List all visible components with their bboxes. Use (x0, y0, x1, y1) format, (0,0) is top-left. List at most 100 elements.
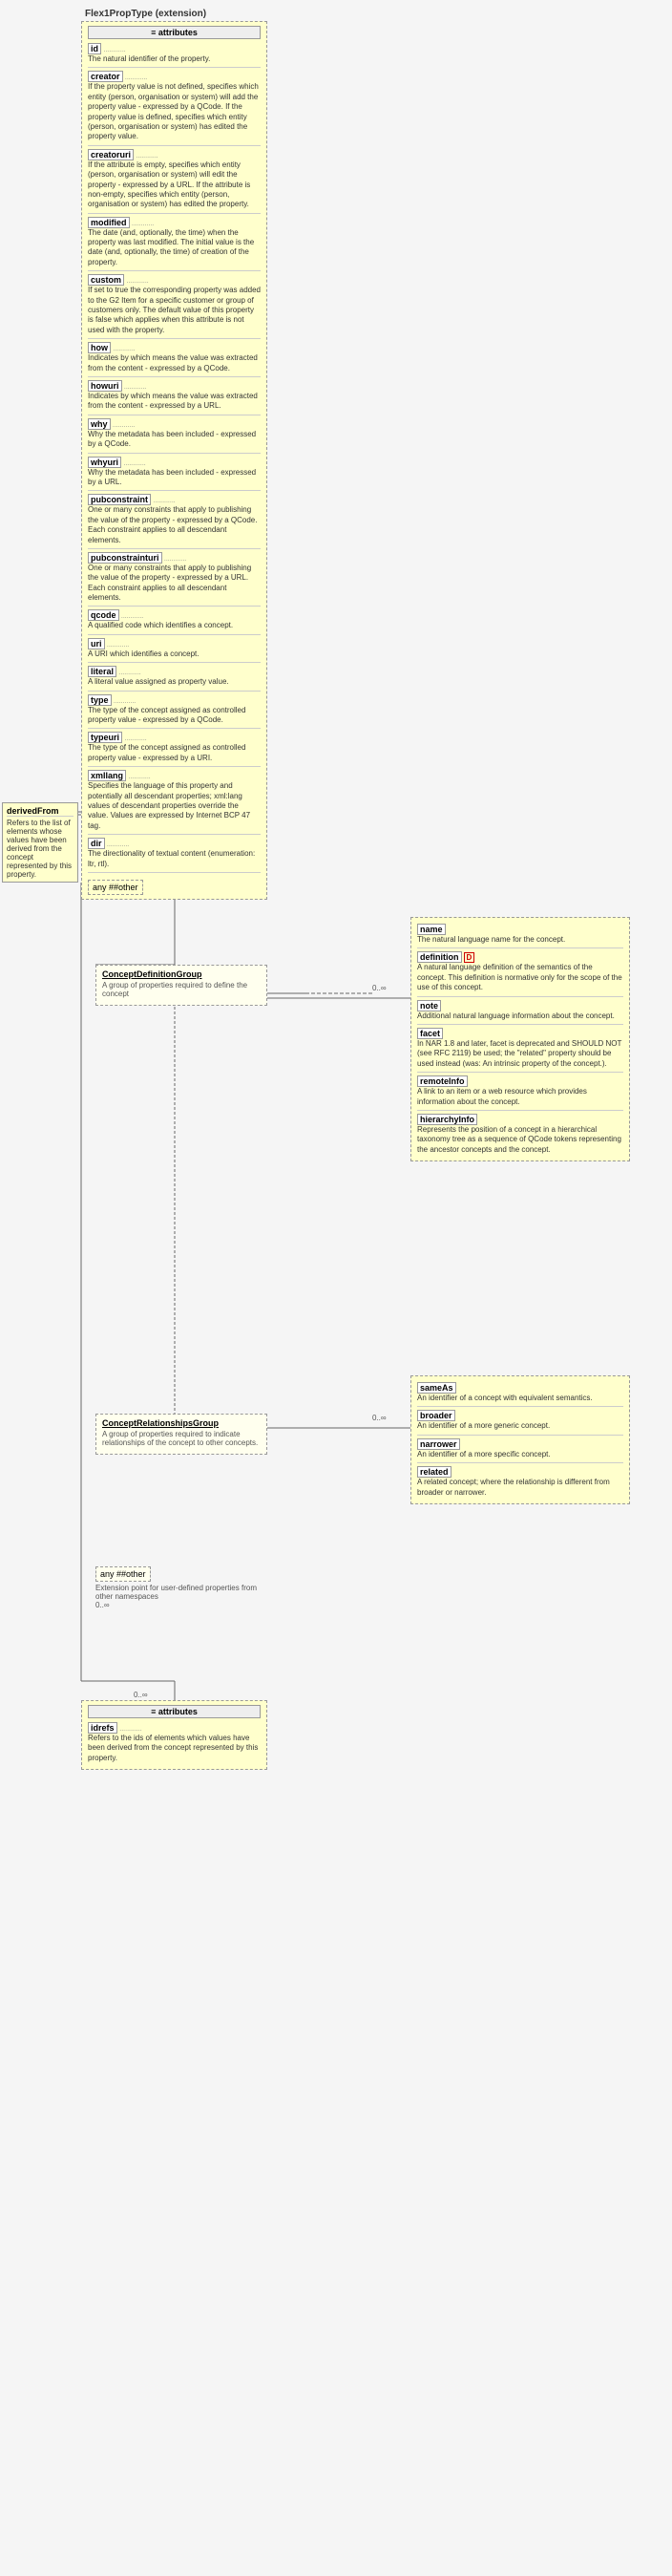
attr-creatoruri-dots: ............ (136, 153, 158, 160)
concept-rel-multi-label: 0..∞ (372, 1414, 387, 1422)
prop-related-label: related (417, 1466, 452, 1478)
prop-sameas-desc: An identifier of a concept with equivale… (417, 1394, 623, 1403)
prop-narrower: narrower An identifier of a more specifi… (417, 1438, 623, 1459)
attr-qcode-desc: A qualified code which identifies a conc… (88, 621, 261, 630)
attr-creatoruri-name: creatoruri (88, 149, 134, 160)
definition-icon: D (464, 952, 475, 963)
title-text: Flex1PropType (extension) (85, 9, 206, 19)
prop-hierarchyinfo-label: hierarchyInfo (417, 1114, 477, 1125)
attr-id-name: id (88, 43, 101, 54)
attr-how: how ............ Indicates by which mean… (88, 342, 261, 373)
attr-uri-desc: A URI which identifies a concept. (88, 649, 261, 659)
attr-dir-dots: ............ (107, 841, 129, 848)
attr-creatoruri: creatoruri ............ If the attribute… (88, 149, 261, 210)
attr-why: why ............ Why the metadata has be… (88, 418, 261, 450)
attr-how-dots: ............ (113, 346, 135, 352)
concept-def-props: name The natural language name for the c… (410, 917, 630, 1161)
concept-rel-multi-text: 0..∞ (372, 1414, 387, 1422)
attributes-header: ≡ attributes (88, 26, 261, 39)
attr-creator-name: creator (88, 71, 123, 82)
prop-facet-desc: In NAR 1.8 and later, facet is deprecate… (417, 1039, 623, 1069)
attr-custom: custom ............ If set to true the c… (88, 274, 261, 335)
attr-qcode-dots: ............ (121, 613, 143, 620)
attr-modified: modified ............ The date (and, opt… (88, 217, 261, 268)
attr-type-dots: ............ (114, 698, 136, 705)
bottom-attr-title: attributes (158, 1707, 198, 1716)
prop-idrefs-label: idrefs (88, 1722, 117, 1734)
prop-definition-desc: A natural language definition of the sem… (417, 963, 623, 992)
attr-xmllang-dots: ............ (128, 774, 150, 780)
derived-from-box: derivedFrom Refers to the list of elemen… (2, 802, 78, 883)
concept-rel-any-other-box: any ##other (95, 1566, 151, 1582)
any-other-text: any ##other (93, 883, 138, 892)
attr-typeuri-name: typeuri (88, 732, 122, 743)
attr-literal-desc: A literal value assigned as property val… (88, 677, 261, 687)
attr-whyuri-desc: Why the metadata has been included - exp… (88, 468, 261, 488)
prop-remoteinfo: remoteInfo A link to an item or a web re… (417, 1075, 623, 1107)
prop-hierarchyinfo-desc: Represents the position of a concept in … (417, 1125, 623, 1155)
concept-rel-subtitle: A group of properties required to indica… (102, 1430, 261, 1447)
concept-def-multi-label: 0..∞ (372, 984, 387, 992)
concept-definition-group-box: ConceptDefinitionGroup A group of proper… (95, 965, 267, 1006)
bottom-attr-icon: ≡ (151, 1707, 156, 1716)
prop-narrower-desc: An identifier of a more specific concept… (417, 1450, 623, 1459)
attr-dir-desc: The directionality of textual content (e… (88, 849, 261, 869)
prop-related-desc: A related concept; where the relationshi… (417, 1478, 623, 1498)
bottom-multi-label: 0..∞ (134, 1691, 148, 1699)
attr-literal: literal ............ A literal value ass… (88, 666, 261, 687)
attr-pubconstrainturi-name: pubconstrainturi (88, 552, 162, 564)
concept-rel-any-other-text: any ##other (100, 1569, 146, 1579)
attr-typeuri-dots: ............ (124, 735, 146, 742)
page-title: Flex1PropType (extension) (81, 8, 210, 20)
attr-creator-desc: If the property value is not defined, sp… (88, 82, 261, 141)
attr-id: id ............ The natural identifier o… (88, 43, 261, 64)
attr-pubconstraint-dots: ............ (153, 498, 175, 504)
prop-broader-desc: An identifier of a more generic concept. (417, 1421, 623, 1431)
concept-def-multi-text: 0..∞ (372, 984, 387, 992)
attr-type-desc: The type of the concept assigned as cont… (88, 706, 261, 726)
any-other-label: any ##other (88, 880, 143, 895)
prop-definition: definition D A natural language definiti… (417, 951, 623, 992)
concept-rel-any-other: any ##other Extension point for user-def… (95, 1566, 267, 1609)
derived-from-inner: derivedFrom Refers to the list of elemen… (2, 802, 78, 883)
bottom-multi-text: 0..∞ (134, 1691, 148, 1699)
attr-typeuri: typeuri ............ The type of the con… (88, 732, 261, 763)
attr-xmllang-name: xmllang (88, 770, 126, 781)
prop-related: related A related concept; where the rel… (417, 1466, 623, 1498)
attr-pubconstrainturi-dots: ............ (164, 556, 186, 563)
main-uml-box: ≡ attributes id ............ The natural… (81, 21, 267, 900)
attr-literal-dots: ............ (118, 670, 140, 676)
attr-uri: uri ............ A URI which identifies … (88, 638, 261, 659)
attr-why-desc: Why the metadata has been included - exp… (88, 430, 261, 450)
attr-why-dots: ............ (113, 422, 135, 429)
attr-modified-dots: ............ (132, 221, 154, 227)
attr-pubconstraint-name: pubconstraint (88, 494, 151, 505)
attr-how-name: how (88, 342, 111, 353)
attr-qcode-name: qcode (88, 609, 119, 621)
attr-creatoruri-desc: If the attribute is empty, specifies whi… (88, 160, 261, 210)
idrefs-dots: ............ (119, 1726, 141, 1733)
attr-howuri-name: howuri (88, 380, 122, 392)
attr-type-name: type (88, 694, 112, 706)
derived-from-title: derivedFrom (7, 806, 74, 817)
prop-broader: broader An identifier of a more generic … (417, 1410, 623, 1431)
prop-note: note Additional natural language informa… (417, 1000, 623, 1021)
attr-why-name: why (88, 418, 111, 430)
attr-modified-name: modified (88, 217, 130, 228)
prop-idrefs: idrefs ............ Refers to the ids of… (88, 1722, 261, 1763)
attr-uri-name: uri (88, 638, 105, 649)
attr-id-desc: The natural identifier of the property. (88, 54, 261, 64)
attr-dir-name: dir (88, 838, 105, 849)
prop-note-desc: Additional natural language information … (417, 1011, 623, 1021)
attr-pubconstrainturi-desc: One or many constraints that apply to pu… (88, 564, 261, 604)
attr-dir: dir ............ The directionality of t… (88, 838, 261, 869)
prop-name-label: name (417, 924, 446, 935)
concept-def-title: ConceptDefinitionGroup (102, 969, 261, 979)
attr-typeuri-desc: The type of the concept assigned as cont… (88, 743, 261, 763)
prop-facet-label: facet (417, 1028, 443, 1039)
attr-custom-desc: If set to true the corresponding propert… (88, 286, 261, 335)
attr-literal-name: literal (88, 666, 116, 677)
attr-id-dots: ............ (103, 47, 125, 53)
attr-whyuri-name: whyuri (88, 457, 121, 468)
attr-custom-dots: ............ (126, 278, 148, 285)
